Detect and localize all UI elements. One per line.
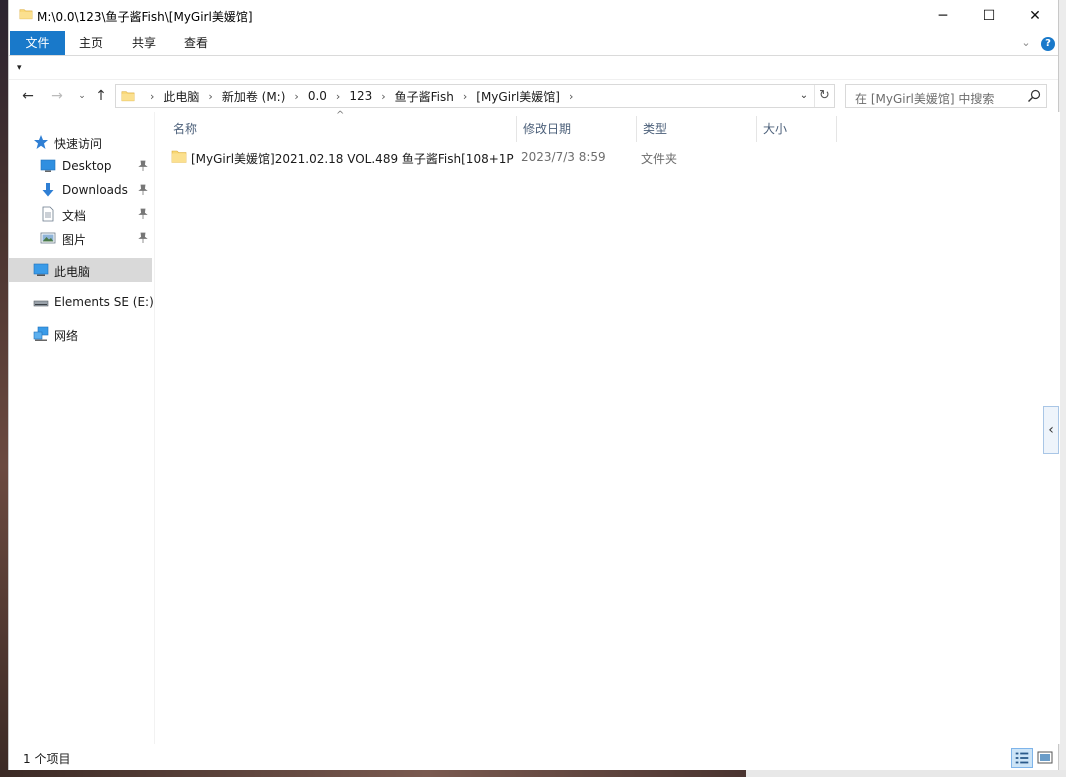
folder-icon <box>171 150 187 163</box>
pin-icon[interactable] <box>137 208 149 220</box>
file-name: [MyGirl美媛馆]2021.02.18 VOL.489 鱼子酱Fish[10… <box>191 152 514 166</box>
expand-ribbon-chevron-icon[interactable]: ⌄ <box>1019 36 1033 50</box>
file-modified: 2023/7/3 8:59 <box>521 150 606 164</box>
table-row[interactable]: [MyGirl美媛馆]2021.02.18 VOL.489 鱼子酱Fish[10… <box>167 146 837 168</box>
window-title: M:\0.0\123\鱼子酱Fish\[MyGirl美媛馆] <box>37 10 253 24</box>
sidebar-item-label: 快速访问 <box>54 137 103 151</box>
sidebar-item-documents[interactable]: 文档 <box>9 202 152 226</box>
quick-access-toolbar: ▾ <box>9 57 1058 80</box>
breadcrumb: › 此电脑 › 新加卷 (M:) › 0.0 › 123 › 鱼子酱Fish ›… <box>141 85 582 107</box>
breadcrumb-folder-123[interactable]: 123 <box>349 89 372 103</box>
navigation-bar: ← → ⌄ ↑ › 此电脑 › 新加卷 (M:) › 0.0 › 123 › 鱼… <box>9 80 1058 112</box>
search-input[interactable]: 在 [MyGirl美媛馆] 中搜索 <box>845 84 1047 108</box>
back-button[interactable]: ← <box>19 87 37 105</box>
pin-icon[interactable] <box>137 184 149 196</box>
folder-icon <box>19 9 33 20</box>
breadcrumb-this-pc[interactable]: 此电脑 <box>163 88 199 105</box>
desktop-wallpaper-right <box>1059 0 1066 777</box>
tab-share[interactable]: 共享 <box>123 31 165 55</box>
search-placeholder: 在 [MyGirl美媛馆] 中搜索 <box>855 92 995 106</box>
sidebar-item-this-pc[interactable]: 此电脑 <box>9 258 152 282</box>
sidebar-item-downloads[interactable]: Downloads <box>9 178 152 202</box>
tab-home[interactable]: 主页 <box>71 31 111 55</box>
address-dropdown-chevron-icon[interactable]: ⌄ <box>796 85 812 107</box>
breadcrumb-separator-icon[interactable]: › <box>141 90 163 103</box>
pin-icon[interactable] <box>137 232 149 244</box>
breadcrumb-separator-icon[interactable]: › <box>199 90 221 103</box>
column-header-modified[interactable]: 修改日期 <box>517 116 637 142</box>
breadcrumb-separator-icon[interactable]: › <box>560 90 582 103</box>
breadcrumb-folder-mygirl[interactable]: [MyGirl美媛馆] <box>476 88 560 105</box>
file-type: 文件夹 <box>641 152 678 166</box>
column-header-size[interactable]: 大小 <box>757 116 837 142</box>
breadcrumb-separator-icon[interactable]: › <box>372 90 394 103</box>
sidebar-item-drive-e[interactable]: Elements SE (E:) <box>9 290 154 314</box>
column-header-type[interactable]: 类型 <box>637 116 757 142</box>
desktop-icon <box>40 159 56 172</box>
breadcrumb-folder-fish[interactable]: 鱼子酱Fish <box>395 88 454 105</box>
help-icon[interactable]: ? <box>1041 37 1055 51</box>
up-button[interactable]: ↑ <box>92 87 110 105</box>
title-bar[interactable]: M:\0.0\123\鱼子酱Fish\[MyGirl美媛馆] ─ ☐ ✕ <box>9 0 1058 31</box>
desktop-wallpaper-bottom <box>0 770 1066 777</box>
sidebar-item-label: Downloads <box>62 183 128 197</box>
large-icons-view-icon[interactable] <box>1035 748 1055 768</box>
sidebar-item-label: Elements SE (E:) <box>54 295 154 309</box>
maximize-button[interactable]: ☐ <box>966 0 1012 31</box>
customize-toolbar-arrow-icon[interactable]: ▾ <box>17 63 27 73</box>
drive-icon <box>33 300 49 307</box>
recent-locations-chevron-icon[interactable]: ⌄ <box>73 87 91 105</box>
navigation-pane: 快速访问 Desktop Downloads 文档 图片 此电脑 Element… <box>9 112 155 744</box>
sidebar-item-label: Desktop <box>62 159 112 173</box>
minimize-button[interactable]: ─ <box>920 0 966 31</box>
sidebar-item-label: 网络 <box>54 329 79 343</box>
breadcrumb-separator-icon[interactable]: › <box>327 90 349 103</box>
documents-icon <box>42 206 54 222</box>
downloads-icon <box>42 183 54 197</box>
forward-button[interactable]: → <box>48 87 66 105</box>
star-icon <box>34 135 48 149</box>
ribbon-tabs: 文件 主页 共享 查看 ⌄ ? <box>9 31 1058 56</box>
breadcrumb-folder-0-0[interactable]: 0.0 <box>308 89 327 103</box>
computer-icon <box>33 263 49 276</box>
details-view-icon[interactable] <box>1011 748 1033 768</box>
sidebar-item-network[interactable]: 网络 <box>9 322 152 346</box>
refresh-button[interactable]: ↻ <box>814 85 834 107</box>
tab-view[interactable]: 查看 <box>175 31 217 55</box>
search-icon[interactable] <box>1026 88 1042 104</box>
collapse-pane-chevron-icon[interactable]: ‹ <box>1043 406 1059 454</box>
sidebar-item-label: 图片 <box>62 233 87 247</box>
sidebar-item-label: 此电脑 <box>54 265 91 279</box>
status-bar: 1 个项目 <box>9 744 1058 770</box>
sidebar-item-quick-access[interactable]: 快速访问 <box>9 130 152 154</box>
sidebar-item-label: 文档 <box>62 209 87 223</box>
pictures-icon <box>40 232 56 244</box>
folder-icon <box>121 91 135 102</box>
tab-file[interactable]: 文件 <box>10 31 65 55</box>
column-header-name[interactable]: 名称 <box>167 116 517 142</box>
breadcrumb-separator-icon[interactable]: › <box>454 90 476 103</box>
address-bar[interactable]: › 此电脑 › 新加卷 (M:) › 0.0 › 123 › 鱼子酱Fish ›… <box>115 84 835 108</box>
breadcrumb-drive-m[interactable]: 新加卷 (M:) <box>222 88 286 105</box>
pin-icon[interactable] <box>137 160 149 172</box>
desktop-wallpaper-left <box>0 0 8 777</box>
sidebar-item-pictures[interactable]: 图片 <box>9 226 152 250</box>
sidebar-item-desktop[interactable]: Desktop <box>9 154 152 178</box>
close-button[interactable]: ✕ <box>1012 0 1058 31</box>
network-icon <box>33 326 49 341</box>
breadcrumb-separator-icon[interactable]: › <box>285 90 307 103</box>
item-count: 1 个项目 <box>23 752 71 766</box>
explorer-window: M:\0.0\123\鱼子酱Fish\[MyGirl美媛馆] ─ ☐ ✕ 文件 … <box>8 0 1060 770</box>
file-list: ^ 名称 修改日期 类型 大小 [MyGirl美媛馆]2021.02.18 VO… <box>156 110 1046 744</box>
